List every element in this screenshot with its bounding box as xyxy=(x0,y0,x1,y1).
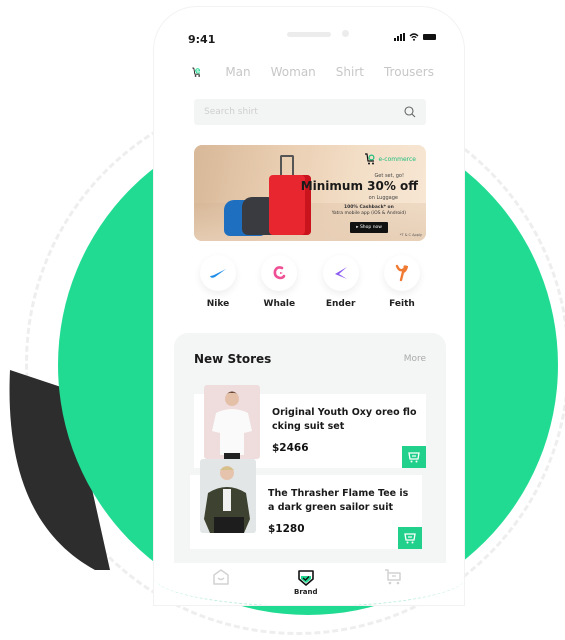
banner-logo-text: e-commerce xyxy=(378,155,416,163)
tab-brand[interactable]: Brand xyxy=(294,569,318,596)
notch-speaker xyxy=(287,32,331,37)
notch-camera xyxy=(342,30,349,37)
promo-banner[interactable]: e-commerce Get set, go! Minimum 30% off … xyxy=(194,145,426,241)
nav-item-shirt[interactable]: Shirt xyxy=(336,65,364,79)
model-white-tee-image xyxy=(212,391,252,459)
brand-nike[interactable]: Nike xyxy=(192,255,244,309)
brand-list: Nike Whale Ender Feith xyxy=(192,255,428,309)
tab-brand-label: Brand xyxy=(294,588,318,596)
phone-frame: 9:41 Man Woman Shirt Trousers e xyxy=(153,6,465,606)
nav-item-trousers[interactable]: Trousers xyxy=(384,65,434,79)
brand-label: Ender xyxy=(325,299,356,309)
new-stores-title: New Stores xyxy=(194,352,272,366)
ender-logo-icon xyxy=(334,267,347,279)
product-title: Original Youth Oxy oreo flo cking suit s… xyxy=(272,407,417,432)
brand-ender[interactable]: Ender xyxy=(315,255,367,309)
tab-cart[interactable] xyxy=(384,569,402,585)
cart-icon xyxy=(408,451,420,462)
brand-logo-circle xyxy=(383,255,420,291)
product-card[interactable]: Original Youth Oxy oreo flo cking suit s… xyxy=(194,385,426,468)
brand-logo-circle xyxy=(322,255,359,291)
feith-logo-icon xyxy=(395,264,409,282)
banner-cashback-line2: Yatra mobile app (iOS & Android) xyxy=(331,211,406,216)
home-icon xyxy=(213,569,229,585)
brand-label: Feith xyxy=(389,299,415,309)
battery-icon xyxy=(423,34,436,40)
e-commerce-cart-logo xyxy=(192,67,201,77)
nav-item-man[interactable]: Man xyxy=(225,65,250,79)
product-image xyxy=(200,459,256,533)
status-time: 9:41 xyxy=(188,33,216,46)
brand-feith[interactable]: Feith xyxy=(376,255,428,309)
brand-shield-check-icon xyxy=(297,570,314,586)
cart-icon xyxy=(404,532,416,543)
more-link[interactable]: More xyxy=(404,354,426,364)
category-nav: Man Woman Shirt Trousers xyxy=(192,57,454,87)
cart-icon xyxy=(385,569,401,585)
product-price: $2466 xyxy=(272,442,309,454)
banner-terms: *T & C Apply xyxy=(399,233,422,237)
shop-now-button[interactable]: ▸ Shop now xyxy=(350,222,388,233)
banner-logo: e-commerce xyxy=(364,153,416,165)
status-bar: 9:41 xyxy=(154,7,464,57)
brand-logo-circle xyxy=(200,255,236,291)
suitcase-handle xyxy=(280,155,294,177)
banner-title: Minimum 30% off xyxy=(300,179,418,193)
banner-on-text: on Luggage xyxy=(368,195,398,201)
bottom-tab-bar: Brand xyxy=(154,563,464,605)
wifi-icon xyxy=(409,33,419,41)
brand-logo-circle xyxy=(261,255,298,291)
product-title: The Thrasher Flame Tee is a dark green s… xyxy=(268,488,409,513)
add-to-cart-button[interactable] xyxy=(402,446,426,468)
signal-icon xyxy=(394,33,405,41)
nav-item-woman[interactable]: Woman xyxy=(271,65,316,79)
whale-logo-icon xyxy=(273,266,286,280)
search-bar xyxy=(194,99,426,125)
search-icon[interactable] xyxy=(404,106,416,118)
brand-whale[interactable]: Whale xyxy=(253,255,305,309)
product-image xyxy=(204,385,260,459)
cart-logo-icon xyxy=(365,153,375,165)
banner-cashback: 100% Cashback* on Yatra mobile app (iOS … xyxy=(332,205,406,217)
brand-label: Whale xyxy=(263,299,296,309)
tab-home[interactable] xyxy=(212,569,230,585)
model-green-jacket-image xyxy=(204,466,250,533)
product-price: $1280 xyxy=(268,523,305,535)
product-card[interactable]: The Thrasher Flame Tee is a dark green s… xyxy=(190,459,422,549)
brand-label: Nike xyxy=(206,299,230,309)
status-icons xyxy=(394,33,436,41)
nike-swoosh-icon xyxy=(210,269,226,278)
search-input[interactable] xyxy=(204,107,404,117)
add-to-cart-button[interactable] xyxy=(398,527,422,549)
